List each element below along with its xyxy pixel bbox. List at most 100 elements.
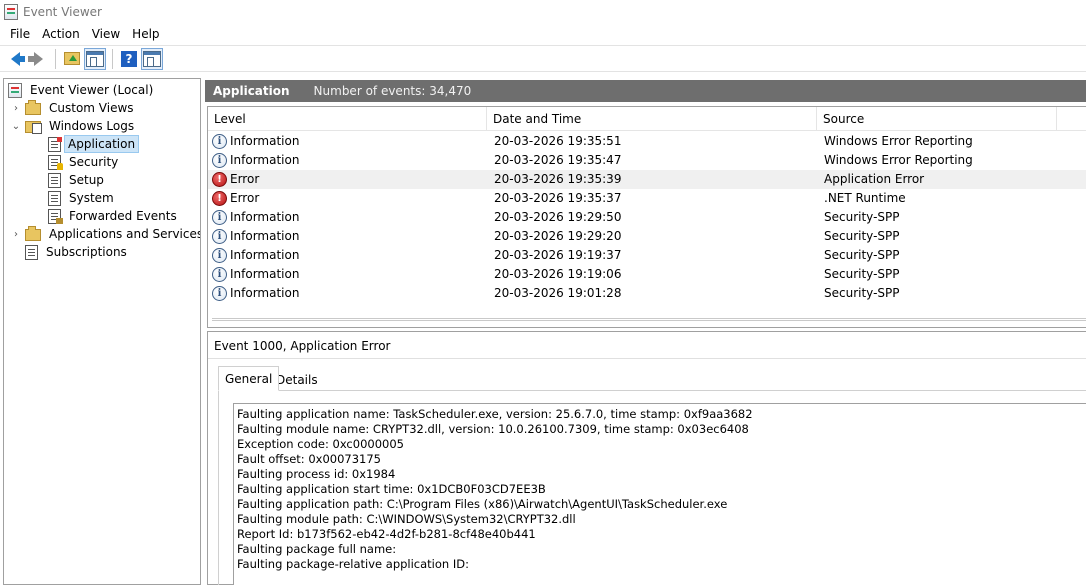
level-text: Information [230,210,300,224]
chevron-down-icon[interactable]: ⌄ [10,120,22,132]
level-text: Information [230,286,300,300]
level-text: Information [230,229,300,243]
folder-up-icon [64,52,80,65]
information-icon: i [212,248,227,263]
table-row[interactable]: i Information 20-03-2026 19:01:28 Security-… [208,284,1086,303]
event-viewer-icon [8,82,22,98]
tree-item-windows-logs[interactable]: ⌄ Windows Logs [10,117,139,135]
console-tree: Event Viewer (Local) › Custom Views ⌄ Wi… [3,78,201,585]
horizontal-scrollbar[interactable] [212,318,1086,321]
table-row[interactable]: ! Error 20-03-2026 19:35:39 Application Err… [208,170,1086,189]
table-row[interactable]: i Information 20-03-2026 19:35:51 Windows E… [208,132,1086,151]
forwarded-events-log-icon [48,208,63,224]
tree-item-label: System [69,191,114,205]
forward-button[interactable] [27,48,49,70]
tree-item-event-viewer-local[interactable]: Event Viewer (Local) [8,81,158,99]
menu-action[interactable]: Action [36,24,86,44]
tree-item-subscriptions[interactable]: Subscriptions [25,243,132,261]
tree-item-applications-and-services-logs[interactable]: › Applications and Services Lo [10,225,200,243]
table-row[interactable]: i Information 20-03-2026 19:35:47 Windows E… [208,151,1086,170]
information-icon: i [212,134,227,149]
menu-help[interactable]: Help [126,24,165,44]
date-cell: 20-03-2026 19:35:47 [494,153,622,167]
description-line: Report Id: b173f562-eb42-4d2f-b281-8cf48… [237,527,536,541]
event-description-box[interactable]: Faulting application name: TaskScheduler… [233,403,1086,585]
tree-item-forwarded-events[interactable]: Forwarded Events [48,207,182,225]
source-cell: Security-SPP [824,267,900,281]
table-row[interactable]: i Information 20-03-2026 19:29:20 Security-… [208,227,1086,246]
description-line: Faulting package full name: [237,542,397,556]
results-pane: Application Number of events: 34,470 Lev… [205,78,1086,585]
tree-item-label: Setup [69,173,104,187]
events-grid: Level Date and Time Source i Information 2… [207,106,1086,328]
show-hide-action-pane-icon [143,50,161,67]
application-log-icon [48,136,62,152]
tree-item-label: Custom Views [49,101,134,115]
level-cell: i Information [208,227,487,246]
back-button[interactable] [4,48,26,70]
up-one-level-button[interactable] [61,48,83,70]
chevron-right-icon[interactable]: › [10,102,22,114]
level-text: Information [230,248,300,262]
error-icon: ! [212,191,227,206]
menu-view[interactable]: View [86,24,126,44]
error-icon: ! [212,172,227,187]
table-row[interactable]: i Information 20-03-2026 19:29:50 Security-… [208,208,1086,227]
date-cell: 20-03-2026 19:29:20 [494,229,622,243]
information-icon: i [212,267,227,282]
subscriptions-icon [25,244,38,260]
date-cell: 20-03-2026 19:35:39 [494,172,622,186]
source-cell: Application Error [824,172,925,186]
toolbar: ? [0,45,1086,72]
tree-item-system[interactable]: System [48,189,119,207]
setup-log-icon [48,172,61,188]
event-count: Number of events: 34,470 [313,84,472,98]
column-header-date-time[interactable]: Date and Time [487,107,817,131]
event-details-pane: Event 1000, Application Error General De… [207,331,1086,585]
description-line: Faulting module name: CRYPT32.dll, versi… [237,422,749,436]
security-log-icon [48,154,63,170]
help-icon: ? [121,50,137,67]
level-text: Error [230,191,260,205]
description-line: Exception code: 0xc0000005 [237,437,404,451]
tree-item-security[interactable]: Security [48,153,123,171]
table-row[interactable]: ! Error 20-03-2026 19:35:37 .NET Runtime [208,189,1086,208]
table-row[interactable]: i Information 20-03-2026 19:19:06 Security-… [208,265,1086,284]
description-line: Faulting application name: TaskScheduler… [237,407,753,421]
level-cell: i Information [208,151,487,170]
help-button[interactable]: ? [118,48,140,70]
forward-arrow-icon [27,51,43,66]
information-icon: i [212,153,227,168]
column-header-level[interactable]: Level [208,107,487,131]
source-cell: Windows Error Reporting [824,134,973,148]
menu-file[interactable]: File [4,24,36,44]
tree-item-application[interactable]: Application [48,135,140,153]
description-line: Faulting application start time: 0x1DCB0… [237,482,546,496]
table-row[interactable]: i Information 20-03-2026 19:19:37 Security-… [208,246,1086,265]
source-cell: Windows Error Reporting [824,153,973,167]
event-viewer-icon [4,3,18,20]
log-title: Application [213,84,290,98]
information-icon: i [212,229,227,244]
column-header-source[interactable]: Source [817,107,1057,131]
level-cell: ! Error [208,189,487,208]
date-cell: 20-03-2026 19:19:37 [494,248,622,262]
show-hide-action-pane-button[interactable] [141,47,163,70]
level-cell: ! Error [208,170,487,189]
folder-icon [25,226,41,241]
date-cell: 20-03-2026 19:01:28 [494,286,622,300]
source-cell: Security-SPP [824,229,900,243]
tree-item-custom-views[interactable]: › Custom Views [10,99,139,117]
source-cell: Security-SPP [824,210,900,224]
title-bar: Event Viewer [0,0,1086,23]
chevron-right-icon[interactable]: › [10,228,22,240]
date-cell: 20-03-2026 19:29:50 [494,210,622,224]
description-line: Faulting module path: C:\WINDOWS\System3… [237,512,576,526]
tree-item-setup[interactable]: Setup [48,171,109,189]
tab-general[interactable]: General [218,366,280,391]
level-text: Information [230,267,300,281]
tree-item-label: Forwarded Events [69,209,177,223]
level-cell: i Information [208,132,487,151]
show-hide-console-tree-button[interactable] [84,47,106,70]
folder-icon [25,100,41,115]
